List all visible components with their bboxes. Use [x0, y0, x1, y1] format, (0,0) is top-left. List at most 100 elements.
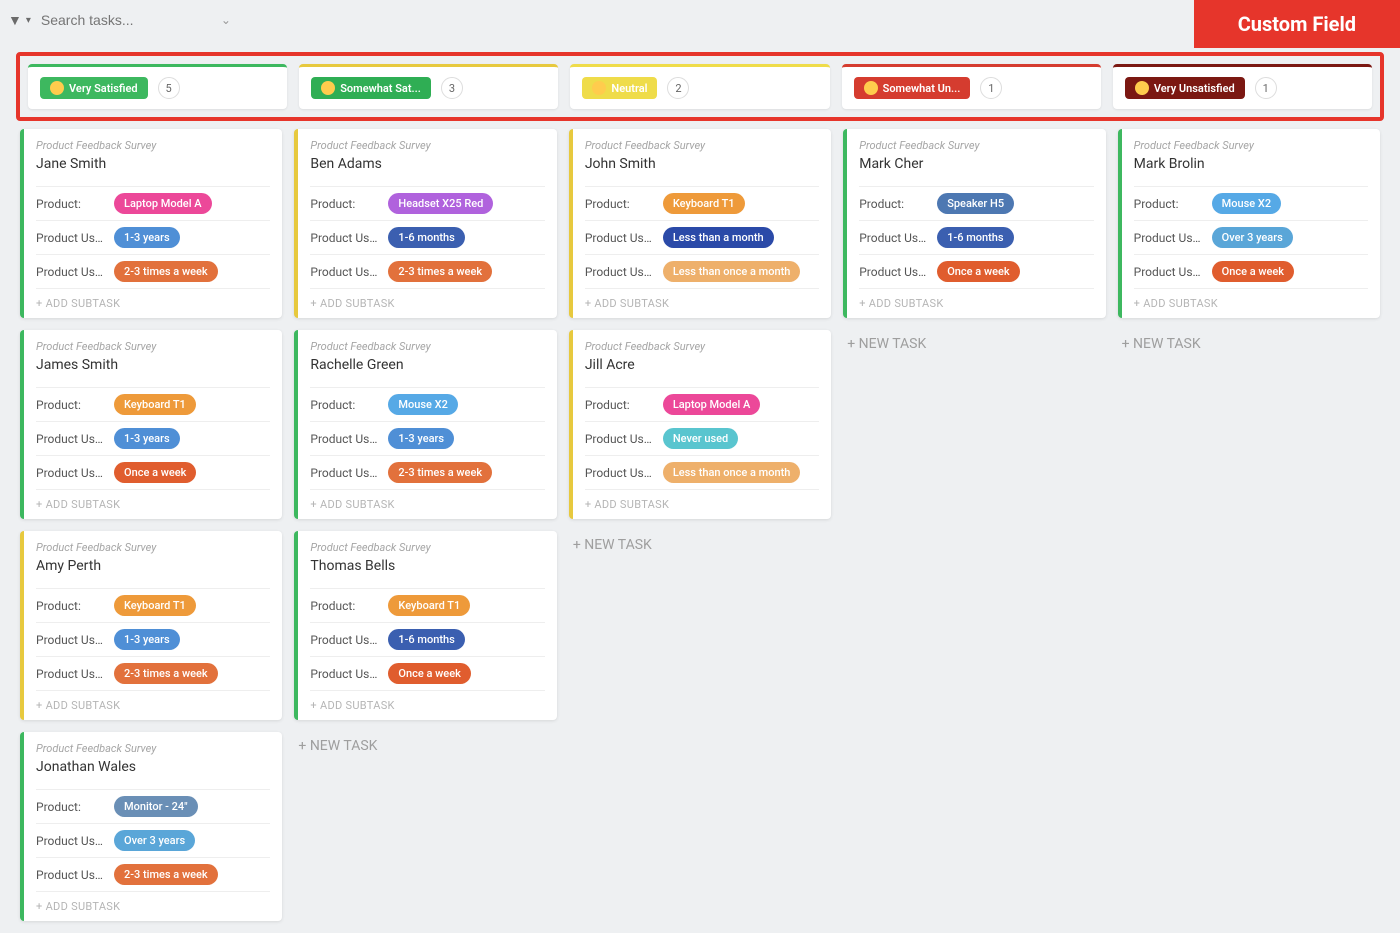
new-task-button[interactable]: + NEW TASK: [294, 732, 556, 760]
status-label: Very Unsatisfied: [1154, 82, 1235, 95]
field-row-product: Product:Headset X25 Red: [310, 186, 544, 220]
add-subtask-button[interactable]: + ADD SUBTASK: [310, 288, 544, 318]
usage-duration-pill: 1-3 years: [388, 428, 454, 449]
emoji-icon: [592, 81, 606, 95]
field-row-usage-freq: Product Usa... 2-3 times a week: [310, 254, 544, 288]
kanban-column: Product Feedback SurveyMark BrolinProduc…: [1118, 129, 1380, 929]
field-label: Product Usa...: [36, 432, 106, 446]
usage-freq-pill: 2-3 times a week: [388, 261, 492, 282]
usage-duration-pill: 1-6 months: [388, 227, 464, 248]
card-title: Thomas Bells: [310, 558, 544, 574]
survey-label: Product Feedback Survey: [310, 139, 544, 152]
add-subtask-button[interactable]: + ADD SUBTASK: [36, 891, 270, 921]
survey-label: Product Feedback Survey: [1134, 139, 1368, 152]
product-pill: Keyboard T1: [388, 595, 470, 616]
column-header[interactable]: Very Satisfied5: [28, 64, 287, 109]
product-pill: Laptop Model A: [114, 193, 212, 214]
card-title: Jonathan Wales: [36, 759, 270, 775]
field-row-usage-duration: Product Usa... 1-3 years: [36, 421, 270, 455]
field-row-usage-freq: Product Usa...2-3 times a week: [36, 254, 270, 288]
field-row-usage-duration: Product Usa...Never used: [585, 421, 819, 455]
field-label: Product Usa...: [36, 265, 106, 279]
kanban-column: Product Feedback SurveyMark CherProduct:…: [843, 129, 1105, 929]
usage-freq-pill: Once a week: [114, 462, 196, 483]
add-subtask-button[interactable]: + ADD SUBTASK: [859, 288, 1093, 318]
usage-duration-pill: Over 3 years: [114, 830, 195, 851]
usage-duration-pill: Never used: [663, 428, 738, 449]
field-label: Product:: [36, 599, 106, 613]
field-label: Product Usa...: [310, 667, 380, 681]
field-row-product: Product:Keyboard T1: [585, 186, 819, 220]
status-label: Somewhat Sat...: [340, 82, 421, 95]
filter-icon[interactable]: ▼: [8, 12, 22, 29]
filter-caret-icon[interactable]: ▾: [26, 15, 31, 26]
usage-freq-pill: 2-3 times a week: [388, 462, 492, 483]
usage-duration-pill: 1-3 years: [114, 428, 180, 449]
field-label: Product:: [36, 800, 106, 814]
new-task-button[interactable]: + NEW TASK: [843, 330, 1105, 358]
field-row-usage-duration: Product Usa...Over 3 years: [1134, 220, 1368, 254]
status-pill: Somewhat Un...: [854, 77, 971, 99]
column-headers-row: Very Satisfied5 Somewhat Sat...3 Neutral2 S…: [16, 52, 1384, 121]
product-pill: Mouse X2: [388, 394, 457, 415]
task-card[interactable]: Product Feedback SurveyJane SmithProduct…: [20, 129, 282, 318]
field-label: Product:: [585, 398, 655, 412]
product-pill: Speaker H5: [937, 193, 1014, 214]
task-card[interactable]: Product Feedback SurveyMark BrolinProduc…: [1118, 129, 1380, 318]
survey-label: Product Feedback Survey: [310, 541, 544, 554]
task-card[interactable]: Product Feedback SurveyJonathan WalesPro…: [20, 732, 282, 921]
field-label: Product Usa...: [859, 231, 929, 245]
field-label: Product Usa...: [310, 466, 380, 480]
task-card[interactable]: Product Feedback SurveyBen AdamsProduct:…: [294, 129, 556, 318]
field-row-product: Product:Keyboard T1: [36, 387, 270, 421]
field-label: Product Usa...: [36, 667, 106, 681]
add-subtask-button[interactable]: + ADD SUBTASK: [36, 690, 270, 720]
usage-duration-pill: 1-3 years: [114, 629, 180, 650]
field-row-usage-freq: Product Usa...Once a week: [859, 254, 1093, 288]
task-card[interactable]: Product Feedback SurveyJill AcreProduct:…: [569, 330, 831, 519]
column-header[interactable]: Somewhat Un... 1: [842, 64, 1101, 109]
column-header[interactable]: Very Unsatisfied1: [1113, 64, 1372, 109]
field-row-usage-freq: Product Usa...Once a week: [310, 656, 544, 690]
add-subtask-button[interactable]: + ADD SUBTASK: [1134, 288, 1368, 318]
emoji-icon: [1135, 81, 1149, 95]
field-row-usage-freq: Product Usa...Less than once a month: [585, 455, 819, 489]
new-task-button[interactable]: + NEW TASK: [569, 531, 831, 559]
field-label: Product Usa...: [310, 432, 380, 446]
task-card[interactable]: Product Feedback SurveyMark CherProduct:…: [843, 129, 1105, 318]
task-card[interactable]: Product Feedback SurveyJohn SmithProduct…: [569, 129, 831, 318]
field-row-usage-duration: Product Usa...Less than a month: [585, 220, 819, 254]
add-subtask-button[interactable]: + ADD SUBTASK: [585, 489, 819, 519]
field-label: Product Usa...: [585, 231, 655, 245]
field-label: Product Usa...: [36, 231, 106, 245]
survey-label: Product Feedback Survey: [585, 139, 819, 152]
field-label: Product Usa...: [36, 633, 106, 647]
kanban-board: Product Feedback SurveyJane SmithProduct…: [16, 125, 1384, 933]
survey-label: Product Feedback Survey: [36, 541, 270, 554]
add-subtask-button[interactable]: + ADD SUBTASK: [585, 288, 819, 318]
task-card[interactable]: Product Feedback Survey Thomas Bells Produ…: [294, 531, 556, 720]
status-pill: Very Satisfied: [40, 77, 148, 99]
field-label: Product Usa...: [310, 633, 380, 647]
task-card[interactable]: Product Feedback SurveyJames SmithProduc…: [20, 330, 282, 519]
field-label: Product:: [1134, 197, 1204, 211]
task-card[interactable]: Product Feedback SurveyAmy PerthProduct:…: [20, 531, 282, 720]
count-badge: 1: [980, 77, 1002, 99]
add-subtask-button[interactable]: + ADD SUBTASK: [36, 489, 270, 519]
new-task-button[interactable]: + NEW TASK: [1118, 330, 1380, 358]
field-label: Product Usa...: [585, 466, 655, 480]
field-row-usage-freq: Product Usa...Once a week: [1134, 254, 1368, 288]
column-header[interactable]: Neutral2: [570, 64, 829, 109]
search-input[interactable]: [41, 12, 191, 28]
add-subtask-button[interactable]: + ADD SUBTASK: [310, 489, 544, 519]
column-header[interactable]: Somewhat Sat...3: [299, 64, 558, 109]
survey-label: Product Feedback Survey: [859, 139, 1093, 152]
product-pill: Monitor - 24": [114, 796, 198, 817]
task-card[interactable]: Product Feedback SurveyRachelle GreenPro…: [294, 330, 556, 519]
field-label: Product Usa...: [310, 265, 380, 279]
search-caret-icon[interactable]: ⌄: [221, 13, 231, 27]
field-label: Product Usa...: [36, 834, 106, 848]
add-subtask-button[interactable]: + ADD SUBTASK: [310, 690, 544, 720]
field-row-product: Product: Monitor - 24": [36, 789, 270, 823]
add-subtask-button[interactable]: + ADD SUBTASK: [36, 288, 270, 318]
